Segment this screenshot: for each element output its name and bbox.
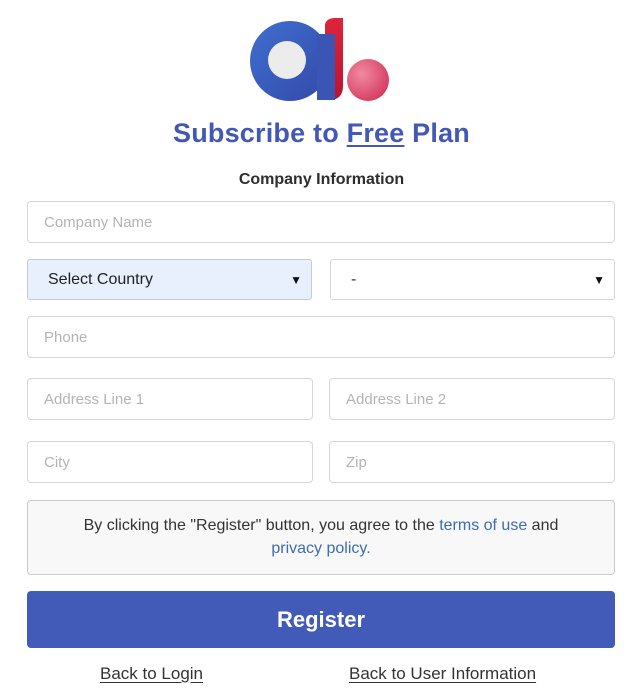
terms-of-use-link[interactable]: terms of use bbox=[439, 517, 527, 534]
city-input[interactable] bbox=[27, 441, 313, 483]
dropdown-arrow-icon: ▼ bbox=[593, 272, 605, 287]
country-select[interactable]: Select Country ▼ bbox=[27, 259, 312, 300]
title-plan-name: Free bbox=[346, 118, 405, 148]
back-to-login-link[interactable]: Back to Login bbox=[100, 664, 203, 684]
agreement-and-text: and bbox=[531, 517, 559, 534]
zip-input[interactable] bbox=[329, 441, 615, 483]
back-to-user-information-link[interactable]: Back to User Information bbox=[349, 664, 536, 684]
section-heading: Company Information bbox=[238, 171, 405, 188]
title-suffix: Plan bbox=[412, 118, 470, 148]
phone-input[interactable] bbox=[27, 316, 615, 358]
subscribe-form-page: Subscribe to Free Plan Company Informati… bbox=[0, 0, 643, 694]
brand-logo-icon bbox=[250, 18, 389, 101]
terms-agreement-notice: By clicking the "Register" button, you a… bbox=[27, 500, 615, 575]
dropdown-arrow-icon: ▼ bbox=[290, 272, 302, 287]
agreement-text: By clicking the "Register" button, you a… bbox=[83, 517, 435, 534]
register-button[interactable]: Register bbox=[27, 591, 615, 648]
state-select-value: - bbox=[351, 270, 357, 288]
state-select[interactable]: - ▼ bbox=[330, 259, 615, 300]
page-title: Subscribe to Free Plan bbox=[0, 118, 643, 149]
address-line-2-input[interactable] bbox=[329, 378, 615, 420]
address-line-1-input[interactable] bbox=[27, 378, 313, 420]
country-select-value: Select Country bbox=[48, 270, 153, 288]
title-prefix: Subscribe to bbox=[172, 118, 339, 148]
privacy-policy-link[interactable]: privacy policy. bbox=[271, 540, 370, 557]
company-name-input[interactable] bbox=[27, 201, 615, 243]
